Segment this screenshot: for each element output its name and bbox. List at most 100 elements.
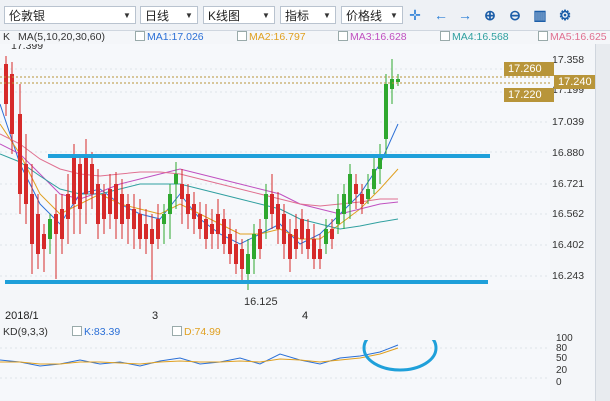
price-box-top: 17.260 (504, 62, 554, 76)
candle-body (186, 194, 190, 214)
bar-chart-icon[interactable]: ▥ (531, 6, 549, 24)
price-box-bottom: 17.220 (504, 88, 554, 102)
candle-body (36, 214, 40, 254)
zoom-in-icon[interactable]: ⊕ (481, 6, 499, 24)
ma2-value[interactable]: MA2:16.797 (237, 30, 306, 44)
candle-body (162, 214, 166, 224)
period-value: 日线 (145, 9, 170, 23)
candle-body (18, 114, 22, 194)
candle-body (120, 194, 124, 224)
candle-body (168, 194, 172, 214)
low-price-label: 16.125 (244, 296, 278, 308)
candle-body (24, 164, 28, 204)
checkbox-icon (135, 31, 145, 41)
candle-body (240, 249, 244, 269)
candle-body (336, 209, 340, 224)
candle-body (138, 214, 142, 239)
candle-body (90, 164, 94, 194)
candle-body (174, 174, 178, 184)
candle-body (108, 189, 112, 214)
candle-body (324, 229, 328, 244)
crosshair-icon[interactable]: ✛ (406, 6, 424, 24)
price-chart[interactable]: 17.399 16.125 (0, 44, 550, 290)
checkbox-icon (338, 31, 348, 41)
chevron-down-icon: ▼ (123, 11, 131, 20)
candle-body (390, 79, 394, 89)
candle-body (312, 239, 316, 259)
candle-body (288, 234, 292, 259)
x-axis: 2018/1 3 4 (0, 310, 550, 324)
ma-params: MA(5,10,20,30,60) (18, 31, 105, 43)
ma1-value[interactable]: MA1:17.026 (135, 30, 204, 44)
price-tick: 16.402 (552, 239, 585, 251)
candle-body (270, 194, 274, 214)
kd-tick: 50 (556, 353, 568, 364)
chevron-down-icon: ▼ (323, 11, 331, 20)
chevron-down-icon: ▼ (262, 11, 270, 20)
candle-body (342, 194, 346, 214)
ma4-value[interactable]: MA4:16.568 (440, 30, 509, 44)
symbol-select[interactable]: 伦敦银 ▼ (4, 6, 136, 24)
ma5-value[interactable]: MA5:16.625 (538, 30, 607, 44)
vertical-scrollbar[interactable] (595, 44, 610, 401)
kd-tick: 0 (556, 377, 562, 388)
candle-body (4, 64, 8, 104)
indicator-select[interactable]: 指标 ▼ (280, 6, 336, 24)
candle-body (204, 219, 208, 239)
candle-body (126, 204, 130, 219)
chart-type-select[interactable]: K线图 ▼ (203, 6, 275, 24)
candle-body (330, 229, 334, 239)
settings-icon[interactable]: ⚙ (556, 6, 574, 24)
candle-body (276, 204, 280, 229)
candle-body (306, 229, 310, 249)
candle-body (354, 184, 358, 194)
ma3-value[interactable]: MA3:16.628 (338, 30, 407, 44)
candle-body (372, 169, 376, 189)
move-right-icon[interactable]: → (456, 6, 474, 24)
candle-body (228, 234, 232, 254)
candle-body (210, 224, 214, 234)
price-line-value: 价格线 (346, 9, 383, 23)
candle-body (300, 219, 304, 239)
candle-body (282, 214, 286, 244)
k-label: K (3, 31, 11, 43)
symbol-value: 伦敦银 (9, 9, 46, 23)
price-tick: 16.243 (552, 270, 585, 282)
price-tick: 17.039 (552, 116, 585, 128)
checkbox-icon (72, 326, 82, 336)
candle-body (360, 194, 364, 204)
zoom-out-icon[interactable]: ⊖ (506, 6, 524, 24)
price-tick: 16.880 (552, 147, 585, 159)
candle-body (60, 209, 64, 239)
candle-body (132, 209, 136, 229)
high-note: 17.399 (11, 44, 43, 52)
candle-body (222, 219, 226, 244)
kd-label: KD(9,3,3) (3, 326, 48, 338)
candle-body (258, 229, 262, 249)
x-tick: 3 (152, 310, 159, 322)
x-tick: 4 (302, 310, 309, 322)
kd-k-value[interactable]: K:83.39 (72, 325, 120, 339)
checkbox-icon (237, 31, 247, 41)
candle-body (198, 214, 202, 229)
candle-body (384, 84, 388, 139)
candle-body (30, 194, 34, 244)
price-tick: 17.358 (552, 54, 585, 66)
candle-body (66, 194, 70, 219)
move-left-icon[interactable]: ← (432, 6, 450, 24)
candle-body (348, 174, 352, 204)
candle-body (156, 219, 160, 239)
kd-d-value[interactable]: D:74.99 (172, 325, 221, 339)
price-tick: 16.562 (552, 208, 585, 220)
candle-body (366, 189, 370, 199)
period-select[interactable]: 日线 ▼ (140, 6, 198, 24)
candle-body (78, 164, 82, 209)
kd-chart[interactable] (0, 340, 550, 400)
chevron-down-icon: ▼ (390, 11, 398, 20)
x-tick: 2018/1 (5, 310, 39, 322)
candle-body (216, 214, 220, 234)
candle-body (144, 224, 148, 239)
candle-body (246, 254, 250, 274)
toolbar: 伦敦银 ▼ 日线 ▼ K线图 ▼ 指标 ▼ 价格线 ▼ ✛ ← → ⊕ ⊖ ▥ … (0, 0, 610, 31)
price-line-select[interactable]: 价格线 ▼ (341, 6, 403, 24)
